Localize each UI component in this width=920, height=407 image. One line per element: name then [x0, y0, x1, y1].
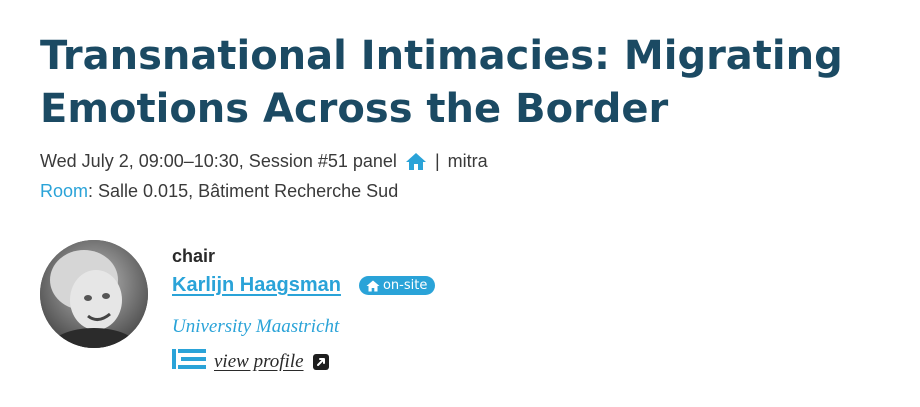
view-profile-link[interactable]: view profile: [214, 351, 304, 373]
chair-name-link[interactable]: Karlijn Haagsman: [172, 274, 341, 297]
chair-name-row: Karlijn Haagsman on-site: [172, 274, 436, 297]
chair-affiliation: University Maastricht: [172, 316, 340, 337]
room-value: : Salle 0.015, Bâtiment Recherche Sud: [88, 181, 399, 201]
external-link-icon[interactable]: [312, 353, 330, 371]
chair-role: chair: [172, 246, 216, 266]
session-title: Transnational Intimacies: Migrating Emot…: [40, 33, 843, 132]
on-site-badge: on-site: [358, 276, 436, 295]
profile-list-icon: [172, 347, 206, 376]
room-info: Room: Salle 0.015, Bâtiment Recherche Su…: [40, 181, 398, 202]
session-tag: mitra: [447, 151, 488, 171]
session-datetime: Wed July 2, 09:00–10:30, Session #51 pan…: [40, 151, 397, 171]
home-icon: [366, 280, 380, 291]
session-meta: Wed July 2, 09:00–10:30, Session #51 pan…: [40, 151, 488, 172]
avatar: [40, 240, 148, 348]
badge-label: on-site: [382, 278, 428, 293]
home-icon[interactable]: [405, 152, 427, 171]
meta-separator: |: [434, 151, 440, 171]
profile-row: view profile: [172, 347, 330, 376]
room-label[interactable]: Room: [40, 181, 88, 201]
